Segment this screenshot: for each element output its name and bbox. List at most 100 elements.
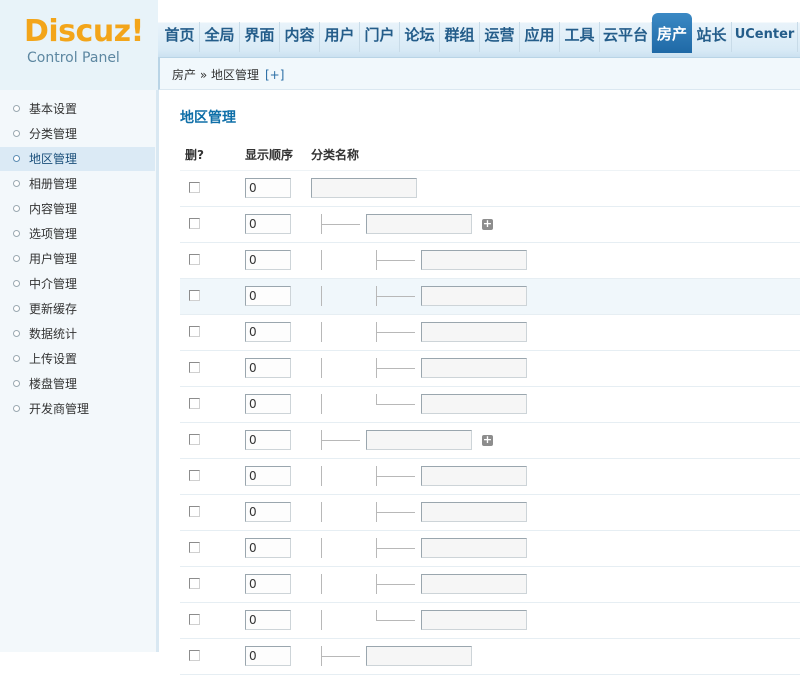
display-order-input[interactable]: 0 [245, 502, 291, 522]
nav-tab-9[interactable]: 应用 [520, 22, 560, 52]
sidebar-item-0[interactable]: 基本设置 [0, 97, 155, 121]
sidebar-item-10[interactable]: 上传设置 [0, 347, 155, 371]
column-header-order: 显示顺序 [245, 148, 294, 162]
sidebar-item-2[interactable]: 地区管理 [0, 147, 155, 171]
table-row: 0 [180, 459, 800, 495]
display-order-input[interactable]: 0 [245, 430, 291, 450]
nav-tab-10[interactable]: 工具 [560, 22, 600, 52]
category-name-input[interactable] [421, 574, 527, 594]
bullet-icon [13, 330, 20, 337]
column-header-delete: 删? [185, 148, 204, 162]
nav-tab-5[interactable]: 门户 [360, 22, 400, 52]
nav-tab-13[interactable]: 站长 [692, 22, 732, 52]
sidebar-item-7[interactable]: 中介管理 [0, 272, 155, 296]
display-order-input[interactable]: 0 [245, 574, 291, 594]
nav-tab-3[interactable]: 内容 [280, 22, 320, 52]
category-name-input[interactable] [366, 214, 472, 234]
table-row: 0 [180, 315, 800, 351]
tree-line [321, 610, 322, 630]
sidebar-item-label: 分类管理 [29, 127, 78, 141]
nav-tab-6[interactable]: 论坛 [400, 22, 440, 52]
display-order-input[interactable]: 0 [245, 286, 291, 306]
table-row: 0 [180, 243, 800, 279]
delete-checkbox[interactable] [189, 578, 200, 589]
sidebar-item-5[interactable]: 选项管理 [0, 222, 155, 246]
category-name-input[interactable] [421, 250, 527, 270]
nav-tab-2[interactable]: 界面 [240, 22, 280, 52]
delete-checkbox[interactable] [189, 218, 200, 229]
delete-checkbox[interactable] [189, 290, 200, 301]
add-favorite-link[interactable]: [+] [265, 68, 284, 82]
display-order-input[interactable]: 0 [245, 610, 291, 630]
display-order-input[interactable]: 0 [245, 394, 291, 414]
category-name-input[interactable] [421, 466, 527, 486]
nav-tab-1[interactable]: 全局 [200, 22, 240, 52]
category-name-input[interactable] [421, 394, 527, 414]
sidebar-item-1[interactable]: 分类管理 [0, 122, 155, 146]
category-name-input[interactable] [311, 178, 417, 198]
sidebar-item-6[interactable]: 用户管理 [0, 247, 155, 271]
delete-checkbox[interactable] [189, 362, 200, 373]
nav-tab-7[interactable]: 群组 [440, 22, 480, 52]
main-content: 地区管理 删? 显示顺序 分类名称 0 0 +0 0 0 0 0 0 +0 0 0 0 0 0 [160, 90, 800, 675]
sidebar-item-label: 相册管理 [29, 177, 78, 191]
display-order-input[interactable]: 0 [245, 466, 291, 486]
delete-checkbox[interactable] [189, 398, 200, 409]
logo-subtitle: Control Panel [27, 50, 120, 66]
display-order-input[interactable]: 0 [245, 538, 291, 558]
nav-tab-0[interactable]: 首页 [160, 22, 200, 52]
display-order-input[interactable]: 0 [245, 322, 291, 342]
page-title: 地区管理 [180, 110, 236, 126]
display-order-input[interactable]: 0 [245, 250, 291, 270]
nav-tab-14[interactable]: UCenter [732, 22, 798, 52]
delete-checkbox[interactable] [189, 434, 200, 445]
category-name-input[interactable] [366, 430, 472, 450]
display-order-input[interactable]: 0 [245, 214, 291, 234]
nav-tab-4[interactable]: 用户 [320, 22, 360, 52]
delete-checkbox[interactable] [189, 506, 200, 517]
category-name-input[interactable] [421, 502, 527, 522]
category-name-input[interactable] [366, 646, 472, 666]
delete-checkbox[interactable] [189, 614, 200, 625]
sidebar-item-label: 上传设置 [29, 352, 78, 366]
nav-tab-11[interactable]: 云平台 [600, 22, 652, 52]
logo: Discuz! Control Panel [0, 0, 158, 90]
sidebar-item-4[interactable]: 内容管理 [0, 197, 155, 221]
sidebar-item-3[interactable]: 相册管理 [0, 172, 155, 196]
delete-checkbox[interactable] [189, 326, 200, 337]
display-order-input[interactable]: 0 [245, 646, 291, 666]
column-header-name: 分类名称 [311, 148, 360, 162]
category-name-input[interactable] [421, 358, 527, 378]
table-row: 0 + [180, 207, 800, 243]
delete-checkbox[interactable] [189, 182, 200, 193]
delete-checkbox[interactable] [189, 542, 200, 553]
delete-checkbox[interactable] [189, 254, 200, 265]
sidebar-item-8[interactable]: 更新缓存 [0, 297, 155, 321]
sidebar-item-label: 内容管理 [29, 202, 78, 216]
display-order-input[interactable]: 0 [245, 178, 291, 198]
category-name-input[interactable] [421, 538, 527, 558]
breadcrumb: 房产 » 地区管理 [+] [172, 66, 284, 83]
category-name-input[interactable] [421, 322, 527, 342]
breadcrumb-bar: 房产 » 地区管理 [+] [158, 58, 800, 90]
tree-line [321, 574, 322, 594]
add-subregion-icon[interactable]: + [482, 434, 493, 446]
table-row: 0 [180, 279, 800, 315]
add-subregion-icon[interactable]: + [482, 218, 493, 230]
nav-tab-8[interactable]: 运营 [480, 22, 520, 52]
sidebar-item-11[interactable]: 楼盘管理 [0, 372, 155, 396]
tree-line [377, 584, 415, 585]
bullet-icon [13, 230, 20, 237]
sidebar-item-label: 中介管理 [29, 277, 78, 291]
delete-checkbox[interactable] [189, 470, 200, 481]
bullet-icon [13, 305, 20, 312]
table-row: 0 [180, 495, 800, 531]
display-order-input[interactable]: 0 [245, 358, 291, 378]
sidebar-item-9[interactable]: 数据统计 [0, 322, 155, 346]
tree-line [322, 656, 360, 657]
bullet-icon [13, 180, 20, 187]
category-name-input[interactable] [421, 610, 527, 630]
sidebar-item-12[interactable]: 开发商管理 [0, 397, 155, 421]
category-name-input[interactable] [421, 286, 527, 306]
nav-tab-12[interactable]: 房产 [652, 13, 692, 53]
